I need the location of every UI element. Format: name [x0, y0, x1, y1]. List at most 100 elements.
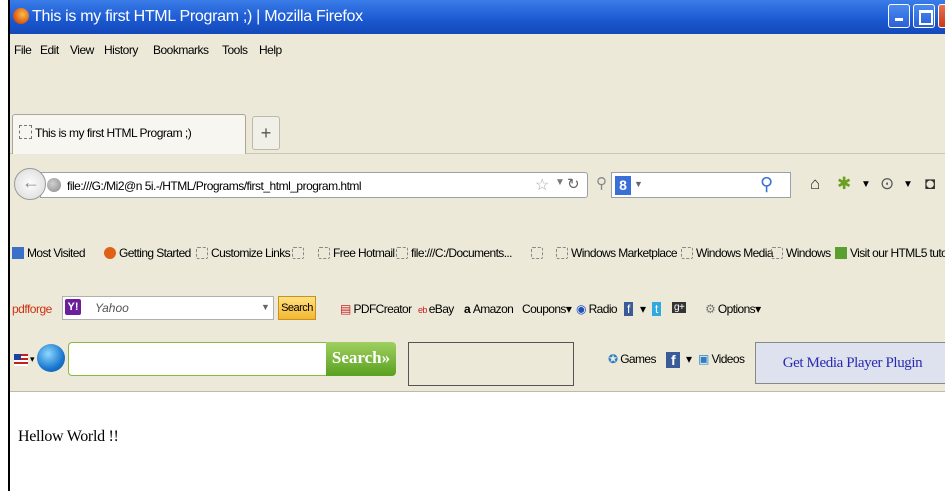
page-content: Hellow World !!: [10, 392, 945, 491]
menu-bookmarks[interactable]: Bookmarks: [153, 43, 209, 57]
tab-current[interactable]: This is my first HTML Program ;): [12, 114, 246, 154]
bookmark-customize-links[interactable]: Customize Links: [196, 246, 291, 260]
bookmark-most-visited[interactable]: Most Visited: [12, 246, 86, 260]
yahoo-search-input[interactable]: Y! Yahoo ▼: [62, 296, 274, 320]
toolbar-search-button[interactable]: Search»: [326, 342, 396, 376]
radio-icon: ◉: [576, 302, 589, 316]
bookmark-page-icon: [531, 247, 543, 259]
games-button[interactable]: ✪ Games: [608, 352, 656, 366]
firefox-icon: [104, 247, 116, 259]
toolbar-blank-field[interactable]: [408, 342, 574, 386]
url-text: file:///G:/Mi2@n 5i.-/HTML/Programs/firs…: [67, 179, 362, 193]
ebay-button[interactable]: eb eBay: [418, 302, 454, 316]
videos-button[interactable]: ▣ Videos: [698, 352, 745, 366]
navigation-bar: file:///G:/Mi2@n 5i.-/HTML/Programs/firs…: [10, 154, 945, 224]
yahoo-dropdown-icon[interactable]: ▼: [261, 302, 270, 312]
addon-icon[interactable]: ✱: [837, 174, 851, 194]
search-go-icon[interactable]: ⚲: [760, 174, 773, 195]
bookmark-windows-media[interactable]: Windows Media: [681, 246, 774, 260]
menu-view[interactable]: View: [70, 43, 94, 57]
most-visited-icon: [12, 247, 24, 259]
menu-history[interactable]: History: [104, 43, 138, 57]
back-button[interactable]: [14, 168, 46, 200]
facebook-icon-2[interactable]: f: [666, 352, 681, 368]
bookmark-page-icon: [771, 247, 783, 259]
flag-dropdown-icon[interactable]: ▾: [30, 354, 35, 365]
pdf-icon: ▤: [340, 302, 354, 316]
pdfforge-toolbar: pdfforge Y! Yahoo ▼ Search ▤ PDFCreator …: [10, 282, 945, 334]
url-bar[interactable]: file:///G:/Mi2@n 5i.-/HTML/Programs/firs…: [40, 172, 588, 198]
bookmark-page-icon: [196, 247, 208, 259]
menu-bar: File Edit View History Bookmarks Tools H…: [10, 34, 945, 68]
toolbar-search-input[interactable]: [68, 342, 326, 376]
yahoo-search-button[interactable]: Search: [278, 296, 316, 320]
window-title: This is my first HTML Program ;) | Mozil…: [32, 8, 363, 25]
hello-world-text: Hellow World !!: [18, 428, 119, 445]
search-engine-icon[interactable]: 8: [615, 176, 631, 195]
screenshot-icon[interactable]: ⊙: [880, 174, 894, 194]
bookmark-windows[interactable]: Windows: [771, 246, 831, 260]
bookmarks-toolbar: Most Visited Getting Started Customize L…: [10, 224, 945, 282]
facebook-icon[interactable]: f: [624, 302, 633, 316]
firefox-logo-icon: [13, 8, 29, 24]
pdfforge-logo[interactable]: pdfforge: [12, 302, 52, 316]
globe-icon[interactable]: [37, 344, 65, 372]
bookmark-page-icon: [318, 247, 330, 259]
tab-label: This is my first HTML Program ;): [35, 126, 192, 140]
home-icon[interactable]: ⌂: [810, 174, 820, 194]
bookmark-page-icon: [396, 247, 408, 259]
twitter-icon[interactable]: t: [652, 302, 661, 316]
bookmark-empty-2[interactable]: [531, 246, 546, 260]
facebook-dropdown-icon-2[interactable]: ▾: [686, 352, 692, 366]
tab-strip: This is my first HTML Program ;) +: [10, 68, 945, 154]
bookmark-getting-started[interactable]: Getting Started: [104, 246, 191, 260]
options-button[interactable]: ⚙ Options▾: [705, 302, 761, 316]
search-engine-dropdown-icon[interactable]: ▼: [634, 179, 643, 189]
w3-icon: [835, 247, 847, 259]
bookmark-file-docs[interactable]: file:///C:/Documents...: [396, 246, 513, 260]
google-plus-icon[interactable]: g+: [672, 302, 687, 313]
bookmark-page-icon: [681, 247, 693, 259]
bookmark-windows-marketplace[interactable]: Windows Marketplace: [556, 246, 678, 260]
coupons-button[interactable]: Coupons▾: [522, 302, 572, 316]
bookmark-page-icon: [556, 247, 568, 259]
us-flag-icon[interactable]: [14, 354, 28, 366]
bookmark-html5-tutor[interactable]: Visit our HTML5 tutor: [835, 246, 945, 260]
radio-button[interactable]: ◉ Radio: [576, 302, 618, 316]
yahoo-icon: Y!: [65, 299, 81, 315]
close-button[interactable]: [938, 4, 945, 28]
menu-help[interactable]: Help: [259, 43, 282, 57]
maximize-button[interactable]: [913, 4, 935, 28]
ebay-icon: eb: [418, 305, 429, 315]
facebook-dropdown-icon[interactable]: ▾: [640, 302, 646, 316]
games-icon: ✪: [608, 352, 621, 366]
title-bar: This is my first HTML Program ;) | Mozil…: [10, 0, 945, 34]
search-toolbar: ▾ Search» ✪ Games f ▾ ▣ Videos Get Media…: [10, 334, 945, 392]
browser-window: This is my first HTML Program ;) | Mozil…: [8, 0, 945, 491]
bookmark-page-icon: [292, 247, 304, 259]
url-dropdown-icon[interactable]: ▼: [555, 177, 565, 188]
pocket-icon[interactable]: ◘: [925, 174, 935, 194]
bookmark-star-icon[interactable]: ☆: [535, 175, 549, 195]
search-magnifier-icon: ⚲: [596, 175, 607, 192]
menu-tools[interactable]: Tools: [222, 43, 248, 57]
yahoo-placeholder: Yahoo: [95, 301, 129, 315]
new-tab-button[interactable]: +: [252, 116, 280, 150]
menu-edit[interactable]: Edit: [40, 43, 59, 57]
page-favicon-icon: [19, 125, 32, 139]
reload-icon[interactable]: ↻: [567, 175, 580, 193]
addon-dropdown-icon[interactable]: ▼: [861, 179, 871, 190]
pdfcreator-button[interactable]: ▤ PDFCreator: [340, 302, 412, 316]
amazon-button[interactable]: a Amazon: [464, 302, 514, 316]
bookmark-empty-1[interactable]: [292, 246, 307, 260]
media-player-plugin-button[interactable]: Get Media Player Plugin: [755, 342, 945, 384]
gear-icon: ⚙: [705, 302, 718, 316]
amazon-icon: a: [464, 302, 473, 316]
search-box[interactable]: 8 ▼ ⚲: [611, 172, 791, 198]
videos-icon: ▣: [698, 352, 712, 366]
screenshot-dropdown-icon[interactable]: ▼: [903, 179, 913, 190]
bookmark-free-hotmail[interactable]: Free Hotmail: [318, 246, 395, 260]
minimize-button[interactable]: [888, 4, 910, 28]
site-identity-icon[interactable]: [47, 178, 61, 192]
menu-file[interactable]: File: [14, 43, 32, 57]
